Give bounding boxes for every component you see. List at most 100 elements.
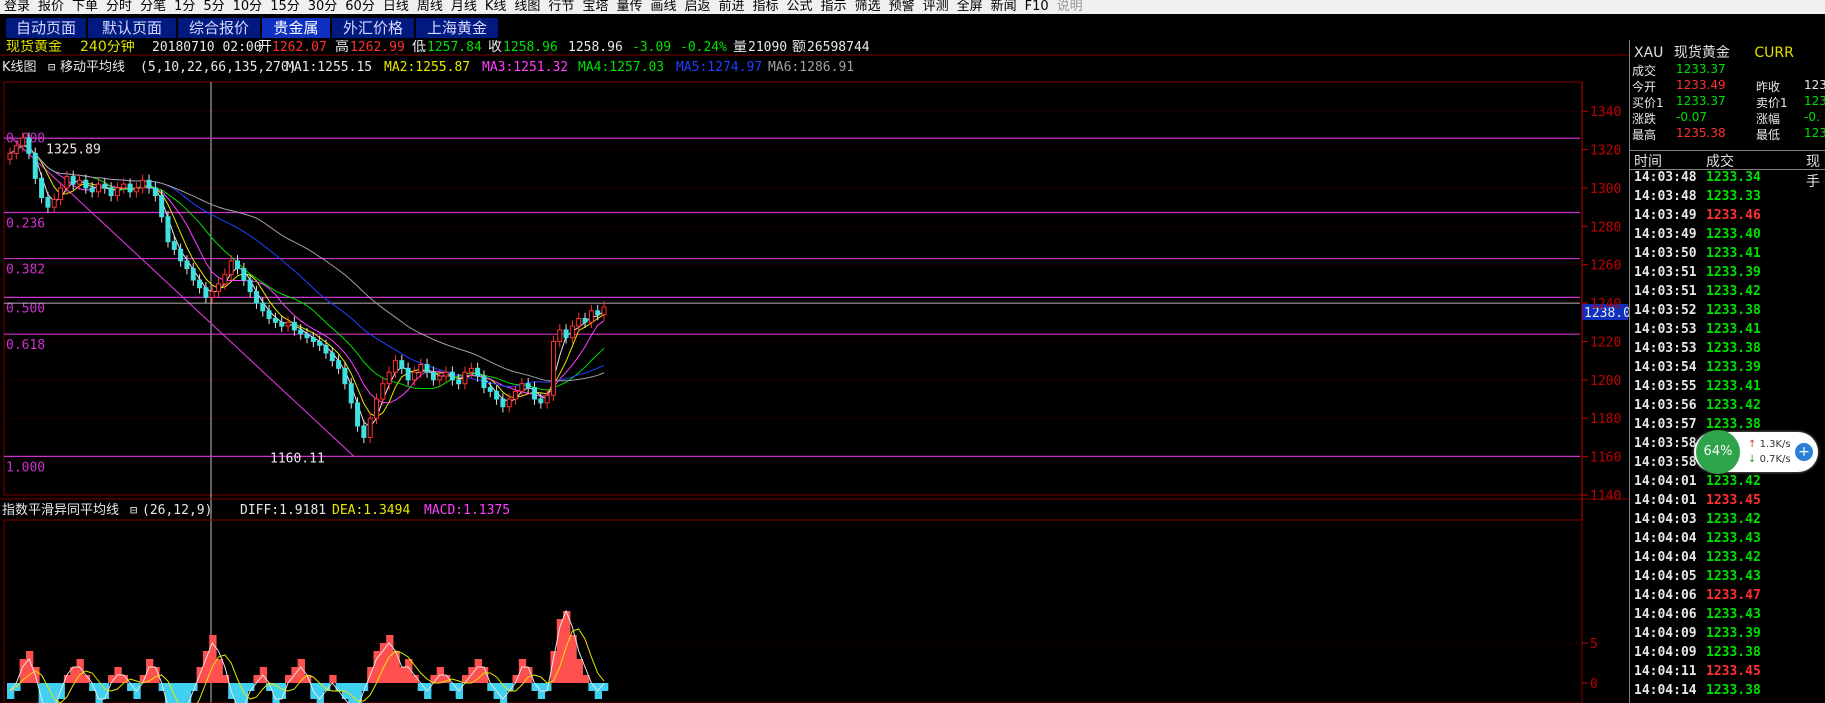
tick-time: 14:03:58 [1634, 455, 1697, 470]
menu-item[interactable]: 10分 [229, 0, 267, 14]
menu-item[interactable]: 分笔 [136, 0, 170, 14]
ma-legend-item: MA5:1274.97 [676, 60, 762, 75]
candle-body [39, 177, 45, 199]
menu-item[interactable]: 全屏 [953, 0, 987, 14]
menu-item[interactable]: 登录 [0, 0, 34, 14]
menu-item[interactable]: 30分 [304, 0, 342, 14]
low-value: 1257.84 [427, 40, 482, 55]
candle-body [58, 187, 64, 200]
tick-price: 1233.42 [1706, 512, 1761, 527]
menu-item[interactable]: 线图 [510, 0, 544, 14]
macd-bar [209, 635, 217, 683]
tick-row: 14:04:09 1233.39 [1630, 626, 1825, 645]
tick-price: 1233.42 [1706, 550, 1761, 565]
candle-body [500, 398, 506, 408]
macd-title[interactable]: 指数平滑异同平均线 [2, 503, 119, 518]
menu-item[interactable]: 15分 [266, 0, 304, 14]
tab-2[interactable]: 综合报价 [178, 18, 261, 38]
quote-header: XAU 现货黄金 CURR [1634, 42, 1794, 62]
macd-tick-label: 0 [1590, 677, 1598, 692]
menu-item[interactable]: 分时 [102, 0, 136, 14]
candle-body [506, 398, 512, 408]
menu-item[interactable]: 新闻 [987, 0, 1021, 14]
instrument-name: 现货黄金 [6, 40, 62, 55]
bar-datetime: 20180710 02:00 [152, 40, 262, 55]
candle-body [209, 291, 215, 298]
candle-body [310, 337, 316, 342]
menu-item[interactable]: F10 [1021, 0, 1053, 14]
tick-price: 1233.38 [1706, 645, 1761, 660]
candle-body [89, 187, 95, 193]
chart-area[interactable]: 现货黄金 240分钟 20180710 02:00 开 1262.07 高 12… [0, 40, 1629, 703]
ma-params: (5,10,22,66,135,270) [140, 60, 297, 75]
quote-label: 买价1 [1632, 96, 1664, 110]
menu-item[interactable]: 启返 [680, 0, 714, 14]
menu-item[interactable]: 量传 [612, 0, 646, 14]
menu-item[interactable]: 筛选 [851, 0, 885, 14]
candle-body [241, 268, 247, 281]
menu-item[interactable]: 说明 [1053, 0, 1087, 14]
collapse-icon[interactable]: ⊟ [48, 60, 55, 74]
menu-item[interactable]: 1分 [170, 0, 199, 14]
fib-high-label: 1325.89 [46, 142, 101, 157]
network-speed-widget[interactable]: 64% ↑ 1.3K/s ↓ 0.7K/s + [1694, 430, 1818, 474]
menu-item[interactable]: 画线 [646, 0, 680, 14]
macd-bar [569, 635, 577, 683]
macd-collapse-icon[interactable]: ⊟ [130, 503, 137, 517]
menu-item[interactable]: 公式 [783, 0, 817, 14]
ma-indicator-name[interactable]: 移动平均线 [60, 60, 125, 75]
volume-label: 量 [733, 40, 747, 55]
ma-legend-item: MA1:1255.15 [286, 60, 372, 75]
candle-body [588, 310, 594, 323]
macd-tick-label: 5 [1590, 637, 1598, 652]
y-tick-label: 1200 [1590, 374, 1621, 389]
menu-item[interactable]: K线 [481, 0, 511, 14]
menu-item[interactable]: 周线 [413, 0, 447, 14]
macd-bar [386, 635, 394, 683]
menu-item[interactable]: 5分 [199, 0, 228, 14]
menu-item[interactable]: 行节 [544, 0, 578, 14]
menu-item[interactable]: 预警 [885, 0, 919, 14]
menu-item[interactable]: 下单 [68, 0, 102, 14]
low-label: 低 [412, 40, 426, 55]
menu-item[interactable]: 评测 [919, 0, 953, 14]
candle-body [519, 383, 525, 392]
macd-bar [348, 683, 356, 703]
menu-item[interactable]: 月线 [447, 0, 481, 14]
menu-item[interactable]: 宝塔 [578, 0, 612, 14]
tick-row: 14:03:51 1233.42 [1630, 284, 1825, 303]
menu-item[interactable]: 60分 [341, 0, 379, 14]
tick-time: 14:03:56 [1634, 398, 1697, 413]
ma-legend-values: MA1:1255.15 MA2:1255.87 MA3:1251.32 MA4:125… [286, 60, 854, 75]
candle-body [222, 273, 228, 285]
candle-body [114, 187, 120, 197]
candle-body [582, 317, 588, 323]
menu-item[interactable]: 指示 [817, 0, 851, 14]
tick-row: 14:04:04 1233.42 [1630, 550, 1825, 569]
close-label: 收 [488, 40, 502, 55]
menu-item[interactable]: 日线 [379, 0, 413, 14]
tick-time: 14:04:06 [1634, 588, 1697, 603]
quote-value: 123 [1804, 94, 1825, 108]
tick-row: 14:03:55 1233.41 [1630, 379, 1825, 398]
macd-legend-item: DEA:1.3494 [332, 503, 410, 518]
menu-item[interactable]: 指标 [749, 0, 783, 14]
macd-legend-item: MACD:1.1375 [424, 503, 510, 518]
candle-body [140, 179, 146, 189]
menu-item[interactable]: 前进 [715, 0, 749, 14]
tab-4[interactable]: 外汇价格 [332, 18, 415, 38]
tick-price: 1233.33 [1706, 189, 1761, 204]
tick-row: 14:03:50 1233.41 [1630, 246, 1825, 265]
menu-item[interactable]: 报价 [34, 0, 68, 14]
candle-body [152, 187, 158, 197]
quote-label: 最低 [1756, 128, 1781, 142]
tab-5[interactable]: 上海黄金 [416, 18, 499, 38]
tab-1[interactable]: 默认页面 [88, 18, 177, 38]
tab-0[interactable]: 自动页面 [6, 18, 87, 38]
candle-body [171, 241, 177, 250]
candle-body [374, 398, 380, 419]
tab-3[interactable]: 贵金属 [262, 18, 331, 38]
speed-boost-icon[interactable]: + [1795, 443, 1813, 461]
candle-body [392, 360, 398, 373]
upload-speed: ↑ 1.3K/s [1748, 439, 1791, 450]
